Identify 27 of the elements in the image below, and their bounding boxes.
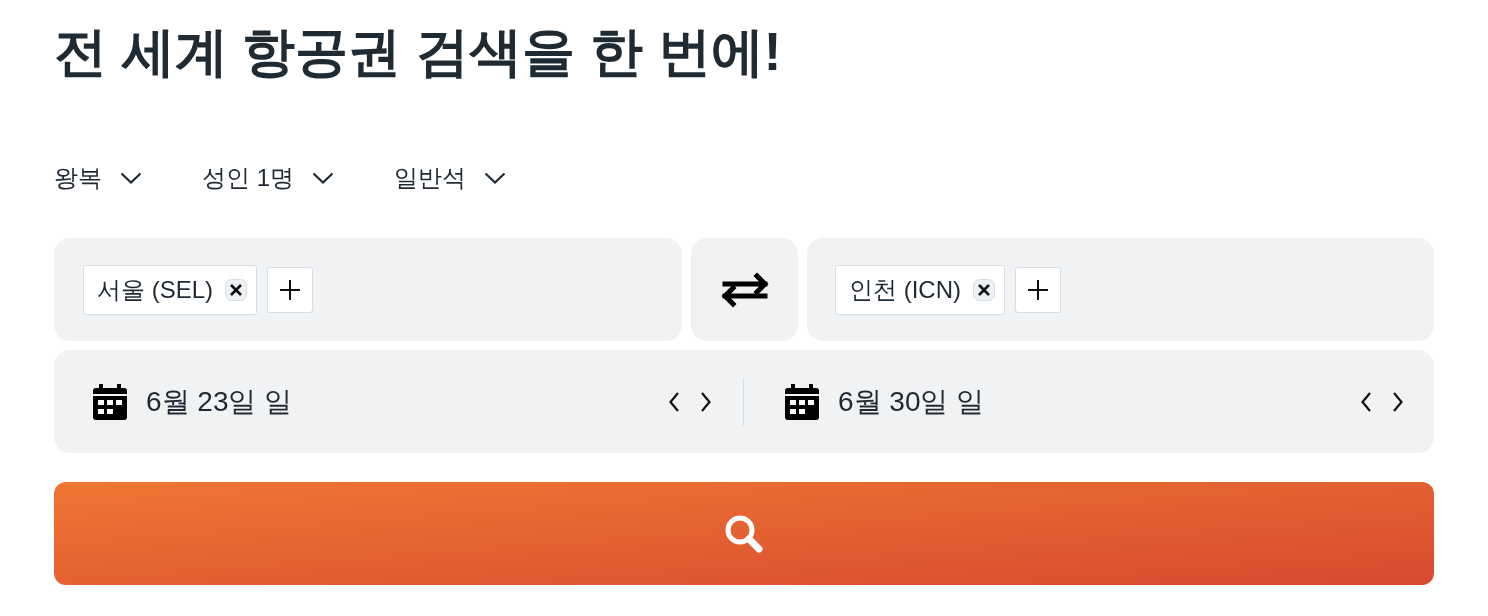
calendar-icon	[785, 383, 819, 420]
chevron-right-icon	[1393, 391, 1403, 412]
dropdown-button[interactable]: 왕복	[54, 163, 142, 193]
search-icon	[724, 513, 764, 554]
chevron-right-icon	[701, 391, 711, 412]
dropdown-button[interactable]: 일반석	[394, 163, 506, 193]
calendar-icon	[93, 383, 127, 420]
date-button[interactable]: 6월 23일 일	[146, 384, 293, 419]
airport-label: 인천 (ICN)	[849, 274, 961, 305]
chevron-down-icon	[484, 172, 506, 184]
swap-button[interactable]	[691, 238, 798, 341]
add-button[interactable]	[267, 266, 313, 313]
destination-field[interactable]: 인천 (ICN)	[807, 238, 1434, 341]
chevron-left-icon	[1361, 391, 1371, 412]
plus-icon	[280, 279, 300, 300]
chevron-down-icon	[120, 172, 142, 184]
chevron-down-icon	[312, 172, 334, 184]
plus-icon	[1028, 279, 1048, 300]
remove-icon[interactable]	[225, 278, 247, 301]
dropdown-button[interactable]: 성인 1명	[202, 163, 334, 193]
airport-label: 서울 (SEL)	[97, 274, 213, 305]
chevron-left-icon	[669, 391, 679, 412]
date-button[interactable]: 6월 30일 일	[838, 384, 985, 419]
origin-field[interactable]: 서울 (SEL)	[54, 238, 682, 341]
add-button[interactable]	[1015, 266, 1061, 313]
page-heading: 전 세계 항공권 검색을 한 번에!	[54, 21, 782, 83]
remove-icon[interactable]	[973, 278, 995, 301]
